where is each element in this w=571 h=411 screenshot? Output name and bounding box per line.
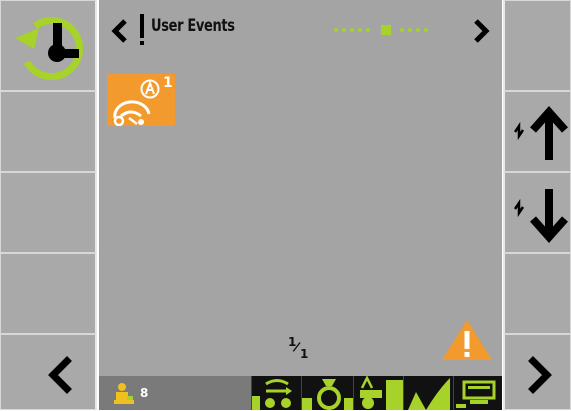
chevron-left-icon[interactable] bbox=[109, 17, 131, 45]
function-tile-auto[interactable] bbox=[353, 376, 404, 410]
home-softkey[interactable] bbox=[0, 0, 97, 91]
main-display: User Events 1 1 / 1 8 bbox=[99, 0, 502, 410]
terminal-icon bbox=[456, 380, 496, 408]
right-softkey-column bbox=[503, 0, 571, 410]
left-softkey-4[interactable] bbox=[0, 253, 97, 334]
page-total: 1 bbox=[300, 347, 309, 361]
function-tile-display[interactable] bbox=[453, 376, 502, 410]
scroll-down-softkey[interactable] bbox=[503, 172, 571, 253]
arrow-up-icon bbox=[513, 105, 568, 160]
terminal-screen: User Events 1 1 / 1 8 bbox=[0, 0, 571, 410]
road-icon bbox=[408, 378, 450, 410]
chevron-left-icon bbox=[48, 356, 72, 394]
status-bar: 8 bbox=[99, 376, 502, 410]
prev-page-softkey[interactable] bbox=[0, 334, 97, 410]
implement-transfer-icon bbox=[252, 379, 292, 410]
left-softkey-3[interactable] bbox=[0, 172, 97, 253]
function-tile-implement[interactable] bbox=[251, 376, 301, 410]
scroll-up-softkey[interactable] bbox=[503, 91, 571, 172]
chevron-right-icon bbox=[528, 356, 552, 394]
left-softkey-column bbox=[0, 0, 97, 410]
warning-icon[interactable] bbox=[440, 318, 494, 362]
steering-wheel-icon bbox=[113, 100, 151, 126]
auto-tractor-icon bbox=[360, 376, 404, 410]
exclamation-icon bbox=[140, 14, 144, 45]
arrow-down-icon bbox=[513, 189, 568, 244]
steering-icon bbox=[302, 379, 354, 410]
function-tile-road[interactable] bbox=[403, 376, 453, 410]
operator-icon bbox=[114, 383, 134, 404]
left-softkey-2[interactable] bbox=[0, 91, 97, 172]
alert-tile[interactable]: 1 bbox=[107, 74, 175, 126]
page-title: User Events bbox=[151, 16, 235, 36]
function-tile-steering[interactable] bbox=[301, 376, 354, 410]
event-list-area: 1 1 / 1 bbox=[99, 62, 502, 376]
user-indicator: 8 bbox=[99, 376, 251, 410]
chevron-right-icon[interactable] bbox=[470, 17, 492, 45]
user-count: 8 bbox=[140, 386, 149, 400]
right-softkey-1[interactable] bbox=[503, 0, 571, 91]
page-dots-indicator bbox=[334, 25, 428, 35]
reset-clock-icon bbox=[15, 17, 84, 81]
next-page-softkey[interactable] bbox=[503, 334, 571, 410]
alert-superscript: 1 bbox=[163, 75, 173, 91]
header-bar: User Events bbox=[99, 0, 502, 62]
right-softkey-4[interactable] bbox=[503, 253, 571, 334]
